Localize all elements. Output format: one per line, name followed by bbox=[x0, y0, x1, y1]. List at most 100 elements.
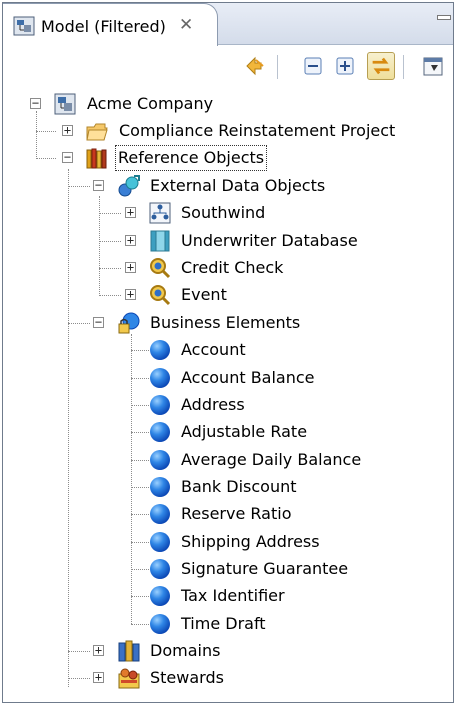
tree-node-business-item[interactable]: Address bbox=[3, 393, 303, 417]
tree-node-label: Tax Identifier bbox=[181, 586, 285, 605]
tree-node-business-item[interactable]: Tax Identifier bbox=[3, 584, 303, 608]
tree-node-business-item[interactable]: Account bbox=[3, 338, 303, 362]
tree-line bbox=[131, 514, 149, 515]
expand-toggle[interactable]: + bbox=[125, 206, 136, 218]
business-element-icon bbox=[150, 559, 170, 579]
collapse-toggle[interactable]: − bbox=[30, 97, 41, 109]
link-with-editor-icon[interactable] bbox=[367, 52, 395, 80]
business-elements-icon bbox=[118, 312, 140, 334]
database-table-icon bbox=[150, 230, 170, 252]
expand-toggle[interactable]: + bbox=[93, 671, 104, 683]
collapse-toggle[interactable]: − bbox=[62, 151, 73, 163]
magnifier-icon bbox=[150, 258, 171, 279]
toolbar-separator bbox=[277, 55, 278, 79]
tree-node-business-item[interactable]: Account Balance bbox=[3, 366, 323, 390]
tree-node-label: Reference Objects bbox=[114, 145, 268, 171]
project-folder-icon bbox=[86, 123, 108, 141]
tree-node-compliance-project[interactable]: + Compliance Reinstatement Project bbox=[3, 119, 443, 143]
company-icon bbox=[54, 93, 76, 115]
tree-node-business-item[interactable]: Reserve Ratio bbox=[3, 502, 303, 526]
tree-node-business-item[interactable]: Bank Discount bbox=[3, 475, 303, 499]
tree-node-domains[interactable]: + Domains bbox=[3, 639, 303, 663]
view-toolbar bbox=[3, 46, 453, 86]
model-view-icon bbox=[13, 16, 35, 36]
tree-node-label: Average Daily Balance bbox=[181, 450, 362, 469]
tab-model-filtered[interactable]: Model (Filtered) ✕ bbox=[3, 3, 218, 46]
tree-node-underwriter-database[interactable]: + Underwriter Database bbox=[3, 229, 363, 253]
tree-line bbox=[131, 432, 149, 433]
tree-node-business-item[interactable]: Shipping Address bbox=[3, 530, 323, 554]
tree-node-label: Credit Check bbox=[181, 258, 284, 277]
tree-node-business-item[interactable]: Adjustable Rate bbox=[3, 420, 323, 444]
view-menu-icon[interactable] bbox=[419, 52, 447, 80]
business-element-icon bbox=[150, 395, 170, 415]
tree-node-reference-objects[interactable]: − Reference Objects bbox=[3, 145, 303, 171]
tree-node-label: Account bbox=[181, 340, 246, 359]
network-node-icon bbox=[149, 202, 171, 224]
tree-node-label: Compliance Reinstatement Project bbox=[119, 121, 396, 140]
tree-line bbox=[131, 378, 149, 379]
tree-node-acme-company[interactable]: − Acme Company bbox=[3, 92, 303, 116]
expand-all-icon[interactable] bbox=[331, 52, 359, 80]
expand-toggle[interactable]: + bbox=[125, 234, 136, 246]
tab-title: Model (Filtered) bbox=[41, 17, 166, 36]
model-view-panel: Model (Filtered) ✕ − Acme Company + Comp… bbox=[2, 2, 454, 703]
tree-line bbox=[131, 350, 149, 351]
business-element-icon bbox=[150, 368, 170, 388]
tree-node-credit-check[interactable]: + Credit Check bbox=[3, 256, 303, 280]
tree-node-business-item[interactable]: Average Daily Balance bbox=[3, 448, 363, 472]
tree-node-label: Adjustable Rate bbox=[181, 422, 308, 441]
magnifier-icon bbox=[150, 285, 171, 306]
tree-node-label: Shipping Address bbox=[181, 532, 320, 551]
minimize-icon[interactable] bbox=[434, 11, 451, 21]
tree-line bbox=[131, 487, 149, 488]
tree-node-label: Account Balance bbox=[181, 368, 315, 387]
business-element-icon bbox=[150, 532, 170, 552]
expand-toggle[interactable]: + bbox=[62, 124, 73, 136]
tree-node-label: Reserve Ratio bbox=[181, 504, 292, 523]
business-element-icon bbox=[150, 340, 170, 360]
tree-node-stewards[interactable]: + Stewards bbox=[3, 666, 303, 690]
business-element-icon bbox=[150, 477, 170, 497]
collapse-all-icon[interactable] bbox=[299, 52, 327, 80]
tree-node-business-elements[interactable]: − Business Elements bbox=[3, 311, 323, 335]
model-tree: − Acme Company + Compliance Reinstatemen… bbox=[3, 89, 453, 699]
tree-line bbox=[131, 542, 149, 543]
tree-node-label: Stewards bbox=[150, 668, 224, 687]
tree-line bbox=[131, 624, 149, 625]
tree-node-label: Event bbox=[181, 285, 227, 304]
stewards-icon bbox=[118, 668, 140, 689]
tree-node-label: Underwriter Database bbox=[181, 231, 358, 250]
tree-line bbox=[131, 405, 149, 406]
tree-line bbox=[131, 596, 149, 597]
collapse-toggle[interactable]: − bbox=[93, 316, 104, 328]
tree-node-external-data-objects[interactable]: − External Data Objects bbox=[3, 174, 343, 198]
close-icon[interactable]: ✕ bbox=[179, 15, 193, 35]
expand-toggle[interactable]: + bbox=[93, 644, 104, 656]
toolbar-separator bbox=[403, 55, 404, 79]
tree-node-label: Bank Discount bbox=[181, 477, 297, 496]
collapse-toggle[interactable]: − bbox=[93, 179, 104, 191]
tree-node-label: Domains bbox=[150, 641, 221, 660]
tree-node-business-item[interactable]: Signature Guarantee bbox=[3, 557, 348, 581]
tree-node-event[interactable]: + Event bbox=[3, 283, 303, 307]
business-element-icon bbox=[150, 586, 170, 606]
tree-node-label: Address bbox=[181, 395, 245, 414]
tree-line bbox=[131, 460, 149, 461]
external-data-icon bbox=[118, 175, 140, 197]
expand-toggle[interactable]: + bbox=[125, 261, 136, 273]
tree-node-label: Time Draft bbox=[181, 614, 266, 633]
domains-icon bbox=[118, 640, 140, 662]
tree-node-label: Business Elements bbox=[150, 313, 301, 332]
expand-toggle[interactable]: + bbox=[125, 288, 136, 300]
business-element-icon bbox=[150, 614, 170, 634]
business-element-icon bbox=[150, 422, 170, 442]
books-icon bbox=[86, 148, 107, 169]
tree-node-business-item[interactable]: Time Draft bbox=[3, 612, 303, 636]
tree-node-label: Signature Guarantee bbox=[181, 559, 349, 578]
view-tab-strip: Model (Filtered) ✕ bbox=[3, 3, 453, 46]
business-element-icon bbox=[150, 504, 170, 524]
tree-node-southwind[interactable]: + Southwind bbox=[3, 201, 303, 225]
business-element-icon bbox=[150, 450, 170, 470]
sync-icon[interactable] bbox=[241, 52, 269, 80]
